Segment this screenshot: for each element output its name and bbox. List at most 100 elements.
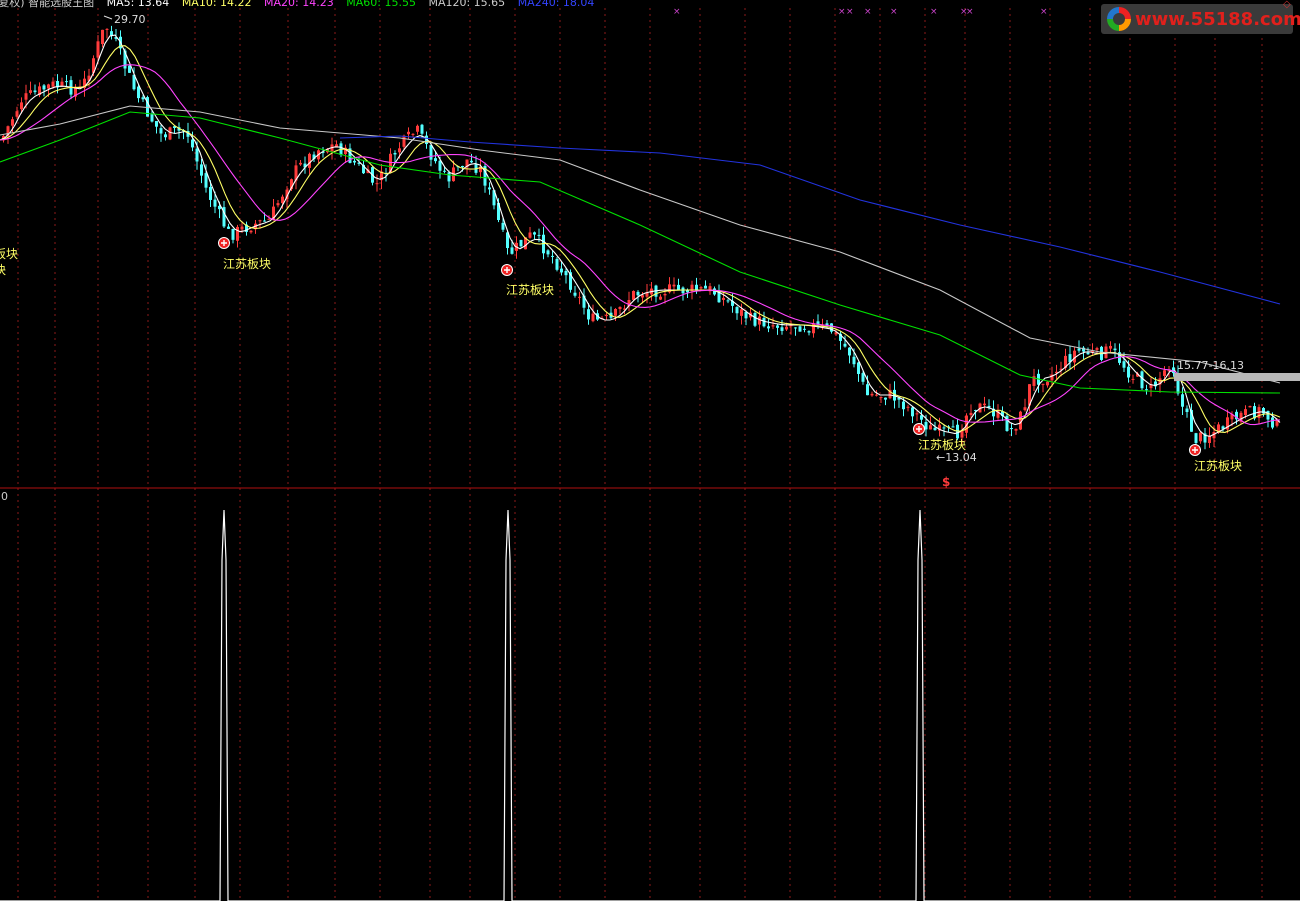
ma10-label: MA10: 14.22 — [181, 0, 252, 9]
event-mark: × — [673, 7, 681, 17]
signal-label: 江苏板块 — [1194, 459, 1242, 473]
candle-body — [15, 111, 19, 117]
candle-body — [735, 307, 739, 314]
candle-body — [335, 144, 338, 147]
candle-body — [780, 327, 784, 331]
ma60-label: MA60: 15.55 — [346, 0, 416, 9]
candle-body — [879, 397, 883, 399]
candle-body — [807, 331, 811, 333]
candle-body — [870, 393, 874, 396]
signal-label: 江苏板块 — [918, 438, 966, 452]
candle-body — [24, 93, 28, 100]
candle-body — [636, 291, 640, 296]
vertical-gridlines — [17, 8, 1263, 901]
candlestick-series — [2, 25, 1279, 450]
candle-body — [798, 326, 802, 332]
candle-body — [717, 291, 721, 303]
candle-body — [1122, 361, 1126, 368]
candle-body — [1095, 348, 1099, 350]
candle-body — [200, 164, 203, 176]
candle-body — [128, 65, 131, 73]
candle-body — [614, 308, 617, 316]
candle-body — [1248, 405, 1252, 408]
candle-body — [443, 170, 446, 172]
candle-body — [164, 134, 167, 138]
candle-body — [1185, 408, 1189, 413]
candle-body — [438, 160, 442, 171]
candle-body — [587, 309, 590, 320]
candle-body — [398, 148, 401, 153]
candle-body — [231, 228, 235, 240]
candle-body — [263, 220, 266, 222]
candle-body — [722, 297, 725, 300]
candle-body — [141, 97, 145, 100]
signal-dollar-marker: $ — [942, 475, 950, 489]
candle-body — [578, 296, 581, 298]
candle-body — [213, 199, 217, 207]
indicator-header: (复权) 智能选股王图 MA5: 13.64 MA10: 14.22 MA20:… — [0, 0, 603, 9]
ma5-line — [0, 34, 1281, 437]
site-watermark: www.55188.com — [1101, 4, 1300, 34]
candle-body — [875, 394, 878, 396]
candle-body — [1086, 352, 1090, 355]
candle-body — [537, 234, 541, 236]
corner-arrow-icon[interactable]: ◇ — [1283, 0, 1291, 10]
signal-markers: 江苏板块江苏板块江苏板块江苏板块 — [218, 237, 1242, 473]
candle-body — [227, 226, 230, 229]
candle-body — [353, 160, 356, 163]
candle-body — [20, 102, 23, 110]
ma20-label: MA20: 14.23 — [264, 0, 334, 9]
candle-body — [299, 162, 302, 165]
signal-label: 江苏板块 — [506, 283, 554, 297]
candle-body — [1010, 428, 1013, 430]
chart-canvas[interactable]: 江苏板块江苏板块江苏板块江苏板块 29.70 ←13.04 15.77-16.1… — [0, 0, 1300, 901]
candle-body — [902, 401, 905, 410]
candle-body — [29, 90, 32, 93]
candle-body — [920, 415, 923, 420]
candle-body — [659, 296, 662, 300]
candle-body — [672, 284, 676, 287]
candle-body — [204, 173, 208, 188]
ma5-label: MA5: 13.64 — [106, 0, 170, 9]
candle-body — [110, 31, 113, 36]
candle-body — [573, 292, 577, 296]
event-mark: × — [966, 7, 974, 17]
candle-body — [641, 295, 644, 298]
candle-body — [762, 317, 766, 327]
ma240-label: MA240: 18.04 — [517, 0, 595, 9]
candle-body — [618, 306, 622, 310]
candle-body — [551, 255, 554, 257]
candle-body — [1014, 428, 1018, 431]
candle-body — [699, 287, 703, 289]
candle-body — [159, 128, 163, 134]
candle-body — [240, 226, 244, 230]
candle-body — [96, 41, 100, 58]
candle-body — [105, 28, 109, 30]
candle-body — [803, 328, 806, 330]
event-mark: × — [1040, 7, 1048, 17]
candle-body — [1127, 366, 1130, 378]
ma20-line — [0, 64, 1281, 426]
candle-body — [308, 153, 311, 168]
indicator-name: (复权) 智能选股王图 — [0, 0, 95, 9]
candle-body — [1244, 409, 1247, 415]
candle-body — [677, 284, 680, 290]
candle-body — [1140, 371, 1144, 389]
candle-body — [861, 373, 865, 382]
candle-body — [11, 119, 14, 126]
candle-body — [519, 239, 523, 247]
candle-body — [843, 343, 847, 347]
candle-body — [915, 413, 919, 415]
candle-body — [101, 29, 104, 45]
candle-body — [375, 183, 379, 185]
range-label: 15.77-16.13 — [1177, 359, 1244, 372]
candle-body — [434, 158, 437, 162]
candle-body — [857, 362, 860, 374]
candle-body — [1271, 417, 1274, 428]
candle-body — [533, 232, 536, 235]
high-price-pointer — [103, 15, 113, 20]
candle-body — [744, 311, 748, 319]
candle-body — [1131, 378, 1135, 380]
candle-body — [470, 160, 473, 163]
candle-body — [906, 406, 910, 408]
